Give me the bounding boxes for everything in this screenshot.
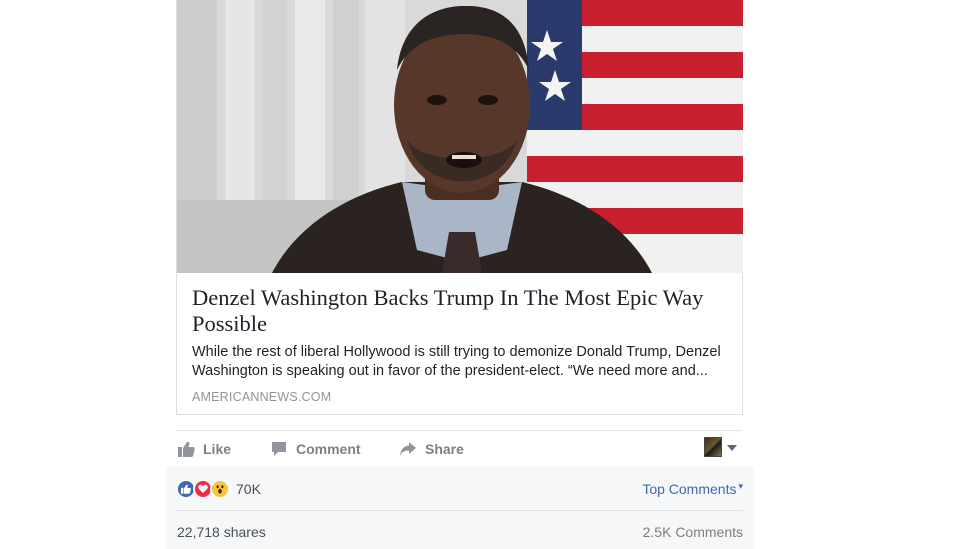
page-avatar[interactable] (704, 437, 722, 457)
article-title[interactable]: Denzel Washington Backs Trump In The Mos… (192, 285, 732, 337)
share-label: Share (425, 441, 464, 457)
reactions-summary[interactable]: 70K (176, 478, 261, 500)
wow-reaction-icon (210, 479, 230, 499)
link-preview-card[interactable]: Denzel Washington Backs Trump In The Mos… (176, 0, 743, 415)
chevron-down-icon[interactable] (727, 445, 737, 451)
share-arrow-icon (399, 440, 417, 458)
stats-divider (176, 510, 743, 511)
article-description: While the rest of liberal Hollywood is s… (192, 344, 721, 379)
caret-down-icon: ▾ (738, 481, 743, 491)
action-bar-divider (176, 430, 742, 431)
article-photo-image (177, 0, 743, 273)
reaction-count[interactable]: 70K (236, 481, 261, 497)
top-comments-label: Top Comments (642, 481, 737, 497)
share-button[interactable]: Share (399, 439, 464, 459)
top-comments-sort[interactable]: Top Comments ▾ (642, 481, 743, 497)
comment-bubble-icon (270, 440, 288, 458)
comments-count[interactable]: 2.5K Comments (643, 524, 743, 540)
comment-button[interactable]: Comment (270, 439, 361, 459)
like-button[interactable]: Like (177, 439, 231, 459)
shares-count[interactable]: 22,718 shares (177, 524, 266, 540)
article-photo[interactable] (177, 0, 743, 273)
comment-label: Comment (296, 441, 361, 457)
article-domain: AMERICANNEWS.COM (192, 390, 332, 404)
like-label: Like (203, 441, 232, 457)
thumbs-up-icon (177, 440, 195, 458)
